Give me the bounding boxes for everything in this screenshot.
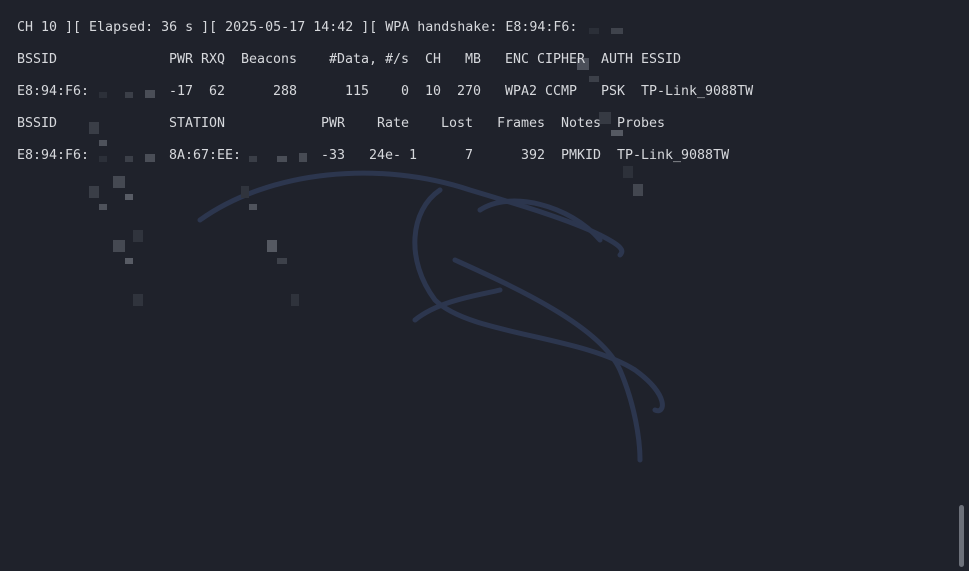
status-text: CH 10 ][ Elapsed: 36 s ][ 2025-05-17 14:… — [17, 20, 578, 35]
ap-cipher: CCMP — [545, 84, 578, 99]
header-pwr: PWR — [321, 116, 346, 131]
station-notes: PMKID — [561, 148, 602, 163]
station-table-row: E8:94:F6: 8A:67:EE: -33 24e- 1 7 392 PMK… — [17, 147, 729, 306]
header-cipher: CIPHER — [537, 52, 586, 67]
header-lost: Lost — [441, 116, 474, 131]
header-beacons: Beacons — [241, 52, 298, 67]
ap-beacons: 288 — [273, 84, 298, 99]
ap-table-row: E8:94:F6: -17 62 288 115 0 10 270 WPA2 C… — [17, 83, 753, 242]
ap-essid: TP-Link_9088TW — [641, 84, 754, 99]
station-rate: 24e- 1 — [369, 148, 418, 163]
header-auth: AUTH — [601, 52, 634, 67]
ap-enc: WPA2 — [505, 84, 538, 99]
ap-rxq: 62 — [209, 84, 226, 99]
ap-pwr: -17 — [169, 84, 194, 99]
header-enc: ENC — [505, 52, 530, 67]
header-essid: ESSID — [641, 52, 682, 67]
header-rxq: RXQ — [201, 52, 226, 67]
station-table-header: BSSID STATION PWR Rate Lost Frames Notes… — [17, 115, 665, 133]
ap-auth: PSK — [601, 84, 626, 99]
header-frames: Frames — [497, 116, 546, 131]
header-rate-s: #/s — [385, 52, 410, 67]
header-data: #Data, — [329, 52, 378, 67]
redacted-mosaic — [241, 150, 307, 306]
station-frames: 392 — [521, 148, 546, 163]
header-pwr: PWR — [169, 52, 194, 67]
header-ch: CH — [425, 52, 442, 67]
header-probes: Probes — [617, 116, 666, 131]
header-notes: Notes — [561, 116, 602, 131]
station-bssid: E8:94:F6: — [17, 148, 90, 163]
station-mac: 8A:67:EE: — [169, 148, 242, 163]
ap-ch: 10 — [425, 84, 442, 99]
header-bssid: BSSID — [17, 52, 58, 67]
header-rate: Rate — [377, 116, 410, 131]
ap-data: 115 — [345, 84, 370, 99]
ap-bssid: E8:94:F6: — [17, 84, 90, 99]
station-pwr: -33 — [321, 148, 346, 163]
station-lost: 7 — [465, 148, 474, 163]
scrollbar[interactable] — [959, 505, 964, 567]
station-probes: TP-Link_9088TW — [617, 148, 730, 163]
redacted-mosaic — [89, 86, 155, 242]
status-line: CH 10 ][ Elapsed: 36 s ][ 2025-05-17 14:… — [17, 19, 643, 196]
ap-table-header: BSSID PWR RXQ Beacons #Data, #/s CH MB E… — [17, 51, 681, 69]
header-station: STATION — [169, 116, 226, 131]
ap-rate-s: 0 — [401, 84, 410, 99]
header-mb: MB — [465, 52, 482, 67]
header-bssid: BSSID — [17, 116, 58, 131]
ap-mb: 270 — [457, 84, 482, 99]
redacted-mosaic — [89, 150, 155, 306]
redacted-mosaic — [577, 22, 643, 196]
